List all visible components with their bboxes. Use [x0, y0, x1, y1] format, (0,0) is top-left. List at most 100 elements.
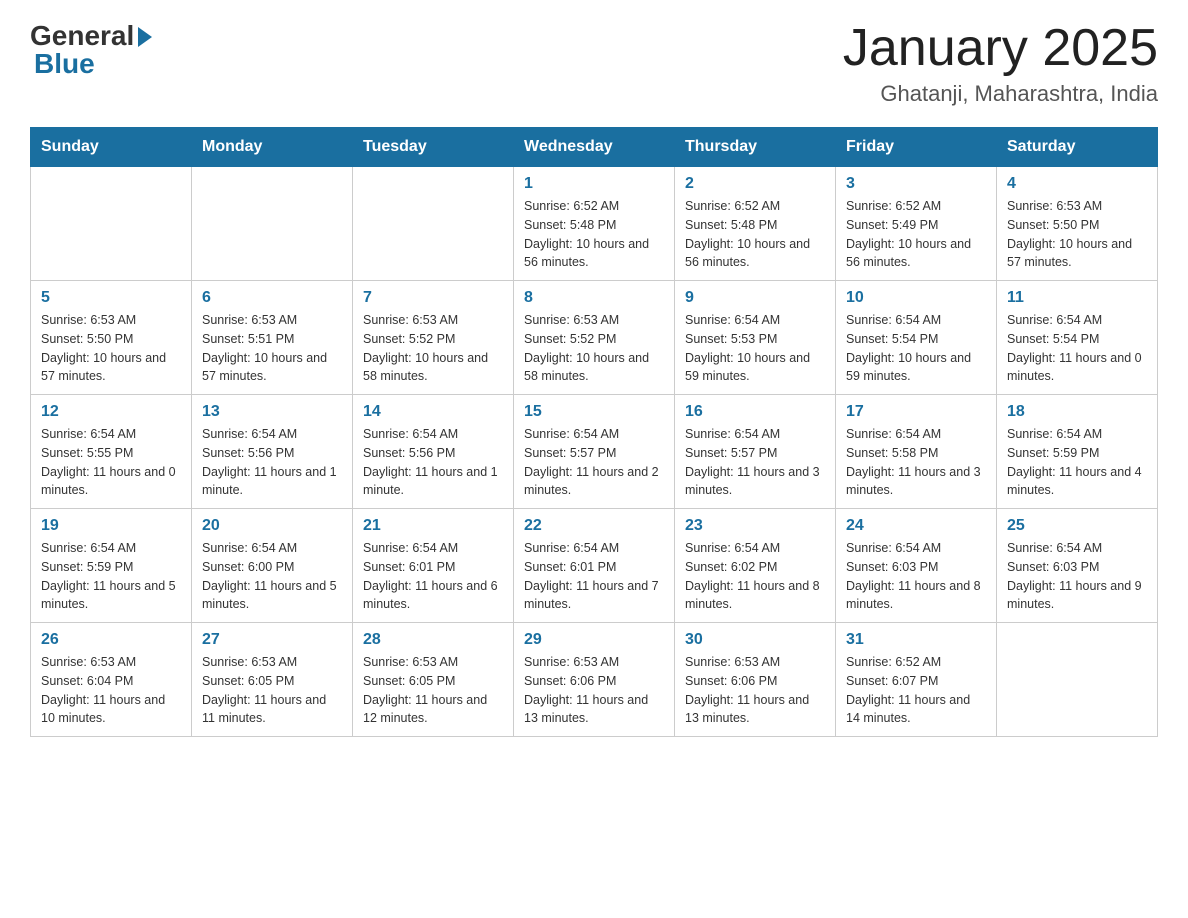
calendar-week-4: 19 Sunrise: 6:54 AM Sunset: 5:59 PM Dayli…: [31, 509, 1158, 623]
calendar-cell: 17 Sunrise: 6:54 AM Sunset: 5:58 PM Dayli…: [836, 395, 997, 509]
header-cell-saturday: Saturday: [997, 128, 1158, 167]
calendar-week-2: 5 Sunrise: 6:53 AM Sunset: 5:50 PM Daylig…: [31, 281, 1158, 395]
header-cell-sunday: Sunday: [31, 128, 192, 167]
day-number: 5: [41, 289, 181, 307]
day-number: 19: [41, 517, 181, 535]
day-number: 13: [202, 403, 342, 421]
header-cell-friday: Friday: [836, 128, 997, 167]
day-number: 2: [685, 175, 825, 193]
calendar-cell: 15Sunrise: 6:54 AM Sunset: 5:57 PM Dayli…: [514, 395, 675, 509]
day-info: Sunrise: 6:53 AM Sunset: 5:51 PM Dayligh…: [202, 311, 342, 386]
day-info: Sunrise: 6:54 AM Sunset: 5:57 PM Dayligh…: [685, 425, 825, 500]
day-number: 29: [524, 631, 664, 649]
calendar-cell: [997, 623, 1158, 737]
day-number: 26: [41, 631, 181, 649]
calendar-cell: 14Sunrise: 6:54 AM Sunset: 5:56 PM Dayli…: [353, 395, 514, 509]
calendar-cell: 29 Sunrise: 6:53 AM Sunset: 6:06 PM Dayli…: [514, 623, 675, 737]
day-number: 25: [1007, 517, 1147, 535]
header-cell-tuesday: Tuesday: [353, 128, 514, 167]
calendar-cell: 9 Sunrise: 6:54 AM Sunset: 5:53 PM Daylig…: [675, 281, 836, 395]
day-number: 17: [846, 403, 986, 421]
calendar-cell: 19 Sunrise: 6:54 AM Sunset: 5:59 PM Dayli…: [31, 509, 192, 623]
day-number: 9: [685, 289, 825, 307]
day-number: 20: [202, 517, 342, 535]
day-info: Sunrise: 6:54 AM Sunset: 6:03 PM Dayligh…: [846, 539, 986, 614]
day-number: 8: [524, 289, 664, 307]
calendar-cell: 13 Sunrise: 6:54 AM Sunset: 5:56 PM Dayli…: [192, 395, 353, 509]
day-number: 11: [1007, 289, 1147, 307]
calendar-header: SundayMondayTuesdayWednesdayThursdayFrid…: [31, 128, 1158, 167]
day-number: 24: [846, 517, 986, 535]
day-info: Sunrise: 6:53 AM Sunset: 5:50 PM Dayligh…: [41, 311, 181, 386]
day-number: 22: [524, 517, 664, 535]
day-info: Sunrise: 6:53 AM Sunset: 6:05 PM Dayligh…: [363, 653, 503, 728]
day-info: Sunrise: 6:52 AM Sunset: 6:07 PM Dayligh…: [846, 653, 986, 728]
calendar-cell: 26 Sunrise: 6:53 AM Sunset: 6:04 PM Dayli…: [31, 623, 192, 737]
page-header: General Blue January 2025 Ghatanji, Maha…: [30, 20, 1158, 107]
calendar-cell: [353, 167, 514, 281]
day-number: 30: [685, 631, 825, 649]
day-number: 15: [524, 403, 664, 421]
logo-arrow-icon: [138, 27, 152, 47]
logo-blue-text: Blue: [30, 48, 152, 80]
calendar-cell: 2Sunrise: 6:52 AM Sunset: 5:48 PM Daylig…: [675, 167, 836, 281]
month-year-title: January 2025: [843, 20, 1158, 77]
day-info: Sunrise: 6:54 AM Sunset: 5:59 PM Dayligh…: [41, 539, 181, 614]
day-number: 12: [41, 403, 181, 421]
calendar-cell: 12 Sunrise: 6:54 AM Sunset: 5:55 PM Dayli…: [31, 395, 192, 509]
day-number: 16: [685, 403, 825, 421]
calendar-cell: 25 Sunrise: 6:54 AM Sunset: 6:03 PM Dayli…: [997, 509, 1158, 623]
header-cell-wednesday: Wednesday: [514, 128, 675, 167]
calendar-cell: 27 Sunrise: 6:53 AM Sunset: 6:05 PM Dayli…: [192, 623, 353, 737]
day-info: Sunrise: 6:53 AM Sunset: 6:05 PM Dayligh…: [202, 653, 342, 728]
day-info: Sunrise: 6:54 AM Sunset: 6:03 PM Dayligh…: [1007, 539, 1147, 614]
calendar-cell: 4 Sunrise: 6:53 AM Sunset: 5:50 PM Daylig…: [997, 167, 1158, 281]
day-number: 7: [363, 289, 503, 307]
day-number: 27: [202, 631, 342, 649]
day-info: Sunrise: 6:53 AM Sunset: 5:52 PM Dayligh…: [524, 311, 664, 386]
calendar-cell: 3Sunrise: 6:52 AM Sunset: 5:49 PM Daylig…: [836, 167, 997, 281]
day-info: Sunrise: 6:54 AM Sunset: 5:56 PM Dayligh…: [202, 425, 342, 500]
calendar-cell: 6Sunrise: 6:53 AM Sunset: 5:51 PM Daylig…: [192, 281, 353, 395]
calendar-cell: 30 Sunrise: 6:53 AM Sunset: 6:06 PM Dayli…: [675, 623, 836, 737]
day-info: Sunrise: 6:54 AM Sunset: 5:53 PM Dayligh…: [685, 311, 825, 386]
calendar-cell: 20Sunrise: 6:54 AM Sunset: 6:00 PM Dayli…: [192, 509, 353, 623]
day-info: Sunrise: 6:54 AM Sunset: 6:02 PM Dayligh…: [685, 539, 825, 614]
day-number: 4: [1007, 175, 1147, 193]
calendar-cell: 18 Sunrise: 6:54 AM Sunset: 5:59 PM Dayli…: [997, 395, 1158, 509]
day-number: 18: [1007, 403, 1147, 421]
day-number: 31: [846, 631, 986, 649]
calendar-cell: 24 Sunrise: 6:54 AM Sunset: 6:03 PM Dayli…: [836, 509, 997, 623]
day-number: 28: [363, 631, 503, 649]
calendar-cell: 11 Sunrise: 6:54 AM Sunset: 5:54 PM Dayli…: [997, 281, 1158, 395]
day-info: Sunrise: 6:54 AM Sunset: 5:54 PM Dayligh…: [1007, 311, 1147, 386]
calendar-cell: 21Sunrise: 6:54 AM Sunset: 6:01 PM Dayli…: [353, 509, 514, 623]
day-info: Sunrise: 6:53 AM Sunset: 6:06 PM Dayligh…: [524, 653, 664, 728]
day-number: 1: [524, 175, 664, 193]
calendar-table: SundayMondayTuesdayWednesdayThursdayFrid…: [30, 127, 1158, 737]
logo: General Blue: [30, 20, 152, 80]
calendar-cell: 28 Sunrise: 6:53 AM Sunset: 6:05 PM Dayli…: [353, 623, 514, 737]
calendar-body: 1Sunrise: 6:52 AM Sunset: 5:48 PM Daylig…: [31, 167, 1158, 737]
day-info: Sunrise: 6:54 AM Sunset: 5:58 PM Dayligh…: [846, 425, 986, 500]
calendar-cell: 5 Sunrise: 6:53 AM Sunset: 5:50 PM Daylig…: [31, 281, 192, 395]
calendar-cell: 10 Sunrise: 6:54 AM Sunset: 5:54 PM Dayli…: [836, 281, 997, 395]
day-info: Sunrise: 6:53 AM Sunset: 5:52 PM Dayligh…: [363, 311, 503, 386]
calendar-cell: 7 Sunrise: 6:53 AM Sunset: 5:52 PM Daylig…: [353, 281, 514, 395]
calendar-week-1: 1Sunrise: 6:52 AM Sunset: 5:48 PM Daylig…: [31, 167, 1158, 281]
day-info: Sunrise: 6:54 AM Sunset: 5:54 PM Dayligh…: [846, 311, 986, 386]
day-info: Sunrise: 6:54 AM Sunset: 5:56 PM Dayligh…: [363, 425, 503, 500]
calendar-cell: 22 Sunrise: 6:54 AM Sunset: 6:01 PM Dayli…: [514, 509, 675, 623]
day-info: Sunrise: 6:53 AM Sunset: 5:50 PM Dayligh…: [1007, 197, 1147, 272]
day-info: Sunrise: 6:54 AM Sunset: 6:01 PM Dayligh…: [524, 539, 664, 614]
location-subtitle: Ghatanji, Maharashtra, India: [843, 81, 1158, 107]
calendar-cell: 31 Sunrise: 6:52 AM Sunset: 6:07 PM Dayli…: [836, 623, 997, 737]
day-info: Sunrise: 6:54 AM Sunset: 5:59 PM Dayligh…: [1007, 425, 1147, 500]
day-info: Sunrise: 6:53 AM Sunset: 6:06 PM Dayligh…: [685, 653, 825, 728]
day-info: Sunrise: 6:53 AM Sunset: 6:04 PM Dayligh…: [41, 653, 181, 728]
calendar-cell: [31, 167, 192, 281]
day-number: 10: [846, 289, 986, 307]
day-number: 3: [846, 175, 986, 193]
day-info: Sunrise: 6:54 AM Sunset: 5:55 PM Dayligh…: [41, 425, 181, 500]
title-section: January 2025 Ghatanji, Maharashtra, Indi…: [843, 20, 1158, 107]
